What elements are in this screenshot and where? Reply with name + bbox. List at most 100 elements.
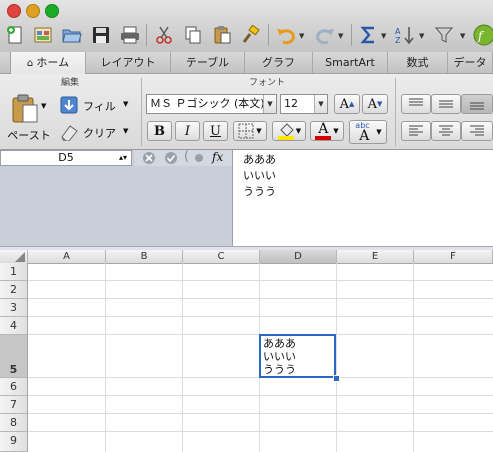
column-header-a[interactable]: A [28,250,106,263]
align-right-button[interactable] [461,121,493,141]
insert-function-button[interactable]: fx [212,150,223,164]
font-color-swatch: A [315,121,332,140]
autosum-button[interactable] [356,22,382,48]
phonetic-guide-button[interactable]: abc A ▼ [349,120,387,144]
tab-chart[interactable]: グラフ [245,52,313,73]
underline-button[interactable]: U [203,121,228,141]
template-gallery-button[interactable] [30,22,56,48]
font-name-combo[interactable]: ＭＳ Ｐゴシック (本文) ▼ [146,94,277,114]
align-left-button[interactable] [401,121,431,141]
gridline [336,263,337,452]
close-window-button[interactable] [7,4,21,18]
borders-dropdown-arrow[interactable]: ▼ [256,127,261,135]
fill-button[interactable]: フィル ▼ [60,95,136,115]
gridline [28,431,493,432]
formula-input[interactable]: あああ いいい ううう [232,150,493,246]
row-header-9[interactable]: 9 [0,432,28,452]
row-header-8[interactable]: 8 [0,414,28,432]
align-center-button[interactable] [431,121,461,141]
paste-toolbar-button[interactable] [209,22,235,48]
row-header-2[interactable]: 2 [0,281,28,299]
align-top-button[interactable] [401,94,431,114]
clear-button[interactable]: クリア ▼ [60,122,136,142]
shrink-font-button[interactable]: A ▼ [362,94,388,114]
grow-font-button[interactable]: A ▲ [334,94,360,114]
align-bottom-button[interactable] [461,94,493,114]
font-color-button[interactable]: A ▼ [310,121,344,141]
tab-data[interactable]: データ [448,52,493,73]
row-header-5[interactable]: 5 [0,335,28,378]
column-header-c[interactable]: C [183,250,260,263]
tab-formulas[interactable]: 数式 [388,52,448,73]
shrink-font-label: A [367,96,377,112]
paste-button[interactable]: ▼ ペースト [7,94,54,146]
zoom-window-button[interactable] [45,4,59,18]
undo-dropdown-arrow[interactable]: ▼ [299,32,304,40]
row-header-3[interactable]: 3 [0,299,28,317]
sort-button[interactable]: AZ [392,22,418,48]
ribbon-tab-bar: ⌂ ホーム レイアウト テーブル グラフ SmartArt 数式 データ [0,52,493,74]
tab-home[interactable]: ⌂ ホーム [10,52,86,74]
column-header-b[interactable]: B [106,250,183,263]
undo-button[interactable] [273,22,299,48]
fill-dropdown-arrow[interactable]: ▼ [123,100,128,108]
row-header-4[interactable]: 4 [0,317,28,335]
redo-button[interactable] [312,22,338,48]
filter-button[interactable] [432,22,458,48]
paste-dropdown-arrow[interactable]: ▼ [41,102,46,110]
name-box-stepper-icon[interactable]: ▴▾ [119,151,127,165]
select-all-corner[interactable] [0,250,28,263]
column-header-e[interactable]: E [337,250,414,263]
toolbar-separator [268,24,269,46]
tab-table[interactable]: テーブル [171,52,245,73]
row-header-7[interactable]: 7 [0,396,28,414]
active-cell-d5[interactable]: あああ いいい ううう [259,334,336,378]
autosum-dropdown-arrow[interactable]: ▼ [381,32,386,40]
tab-layout[interactable]: レイアウト [86,52,171,73]
font-color-dropdown-arrow[interactable]: ▼ [333,127,338,135]
fill-color-button[interactable]: ▼ [272,121,306,141]
tab-smartart[interactable]: SmartArt [313,52,388,73]
arrow-down-icon: ▼ [377,100,383,108]
enter-check-icon[interactable] [164,151,178,165]
clear-dropdown-arrow[interactable]: ▼ [123,127,128,135]
copy-button[interactable] [180,22,206,48]
bold-button[interactable]: B [147,121,172,141]
format-painter-button[interactable] [238,22,264,48]
filter-dropdown-arrow[interactable]: ▼ [460,32,465,40]
formula-line: あああ [243,153,276,166]
row-header-6[interactable]: 6 [0,378,28,396]
font-size-combo[interactable]: 12 ▼ [280,94,328,114]
name-box[interactable]: D5 ▴▾ [0,150,132,166]
align-middle-button[interactable] [431,94,461,114]
align-bottom-icon [470,102,484,110]
row-header-1[interactable]: 1 [0,263,28,281]
gridline [105,263,106,452]
template-gallery-icon [34,27,52,43]
italic-button[interactable]: I [175,121,200,141]
borders-button[interactable]: ▼ [233,121,267,141]
new-workbook-button[interactable] [2,22,28,48]
font-size-dropdown-arrow[interactable]: ▼ [314,95,327,113]
column-header-d[interactable]: D [260,250,337,263]
column-header-f[interactable]: F [414,250,493,263]
minimize-window-button[interactable] [26,4,40,18]
gridline [28,395,493,396]
print-button[interactable] [117,22,143,48]
clear-label: クリア [83,127,116,140]
sort-az-icon: AZ [395,27,414,45]
cancel-icon[interactable] [142,151,156,165]
cut-button[interactable] [151,22,177,48]
phonetic-dropdown-arrow[interactable]: ▼ [376,128,381,136]
fill-handle[interactable] [333,375,340,382]
save-button[interactable] [88,22,114,48]
formula-builder-button[interactable]: f [471,22,493,48]
fill-label: フィル [83,100,116,113]
open-button[interactable] [59,22,85,48]
font-name-dropdown-arrow[interactable]: ▼ [263,95,276,113]
name-box-value: D5 [58,151,74,164]
arrow-up-icon: ▲ [349,100,355,108]
fill-color-dropdown-arrow[interactable]: ▼ [296,127,301,135]
redo-dropdown-arrow[interactable]: ▼ [338,32,343,40]
sort-dropdown-arrow[interactable]: ▼ [419,32,424,40]
